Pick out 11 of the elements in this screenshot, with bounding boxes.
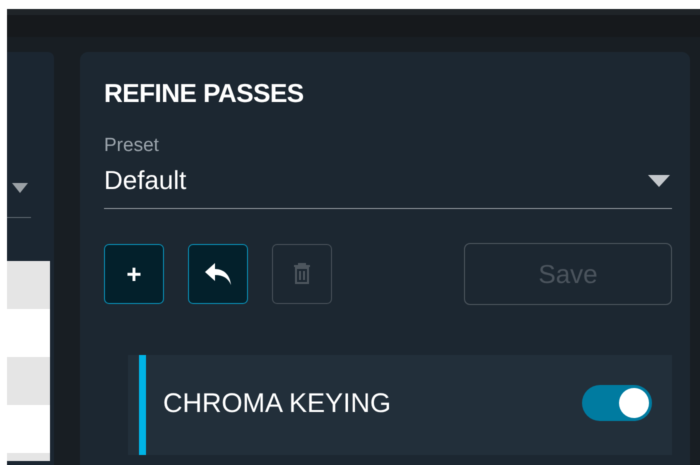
undo-icon (203, 261, 233, 287)
pass-name: CHROMA KEYING (163, 388, 392, 418)
preset-dropdown[interactable]: Default (104, 165, 672, 209)
dropdown-arrow-icon (12, 183, 28, 193)
trash-icon (293, 263, 311, 285)
undo-button[interactable] (188, 244, 248, 304)
add-button[interactable]: + (104, 244, 164, 304)
panel-title: REFINE PASSES (104, 78, 305, 109)
preset-label: Preset (104, 135, 160, 157)
dropdown-arrow-icon (648, 174, 670, 186)
toggle-switch[interactable] (582, 385, 652, 421)
